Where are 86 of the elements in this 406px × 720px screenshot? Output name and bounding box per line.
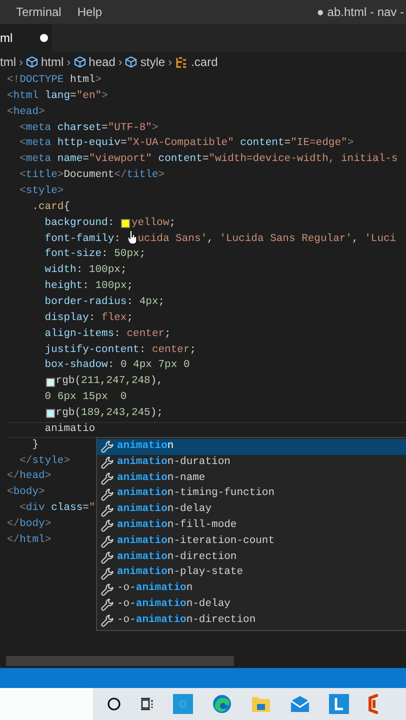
task-view-icon[interactable] [140,697,154,711]
code-text: <meta http-equiv="X-UA-Compatible" content="IE=edge"> [18,136,354,152]
menu-item[interactable]: Terminal [16,3,62,21]
chevron-icon: › [19,53,23,71]
code-text: </body> [7,517,52,532]
suggestion-item[interactable]: animation-iteration-count [97,534,406,550]
code-text: </html> [7,532,52,548]
chevron-icon: › [118,53,122,71]
code-text: <meta charset="UTF-8"> [18,120,158,136]
code-text: <!DOCTYPE html> [7,73,102,88]
code-text: } [31,438,39,453]
menu-item[interactable]: Help [77,3,102,21]
code-text: <head> [7,104,45,120]
selector-icon [175,56,188,68]
code-text: </head> [7,469,52,484]
code-text: font-family: [44,232,122,247]
breadcrumb-item[interactable]: tml [0,53,16,71]
code-text: box-shadow: 0 4px 7px 0 [44,358,190,374]
suggestion-item[interactable]: animation-delay [97,502,406,518]
code-text: <html lang="en"> [7,88,108,104]
pointer-icon [126,230,138,246]
wrench-icon [101,519,114,532]
cube-icon [125,56,138,68]
wrench-icon [101,488,114,501]
suggestion-item[interactable]: -o-animation [97,581,406,597]
code-text: rgb(189,243,245); [56,406,163,422]
code-text: ucida Sans', 'Lucida Sans Regular', 'Luci [138,232,396,247]
wrench-icon [101,504,114,517]
window-title: ● ab.html - nav - [316,4,404,21]
suggestion-item[interactable]: animation-timing-function [97,486,406,502]
wrench-icon [101,614,114,628]
code-text: .card{ [31,200,70,215]
color-swatch[interactable] [46,378,55,387]
breadcrumb-item[interactable]: head [88,53,116,71]
code-text: <style> [18,184,64,200]
suggestion-item[interactable]: -o-animation-delay [97,596,406,613]
scrollbar-thumb[interactable] [6,656,234,666]
code-text: height: 100px; [44,279,134,294]
wrench-icon [101,440,114,454]
wrench-icon [101,566,114,580]
mail-icon[interactable] [290,695,310,713]
code-text: border-radius: 4px; [44,295,165,310]
code-text: display: flex; [44,310,134,326]
code-text: <title>Document</title> [18,168,165,184]
search-field[interactable] [0,688,93,720]
code-text: yellow; [131,216,176,231]
suggestion-item[interactable]: animation [97,439,406,455]
code-text: rgb(211,247,248), [56,374,163,390]
wrench-icon [101,535,114,548]
suggestion-item[interactable]: animation-fill-mode [97,518,406,534]
code-text: 0 6px 15px 0 [44,390,127,406]
suggestion-item[interactable]: animation-direction [97,550,406,566]
code-text: font-size: 50px; [44,247,146,262]
code-text: align-items: center; [44,326,171,342]
office-icon[interactable] [368,694,378,714]
breadcrumb-item[interactable]: html [41,53,64,71]
chevron-icon: › [66,53,71,71]
wrench-icon [101,582,114,596]
folder-icon[interactable] [251,695,271,713]
wrench-icon [101,472,114,485]
code-text: <div class=" [18,501,96,516]
code-text: width: 100px; [44,263,127,278]
breadcrumb-item[interactable]: .card [191,53,218,71]
breadcrumb-item[interactable]: style [140,53,166,71]
code-text: <body> [7,485,45,500]
code-text: <meta name="viewport" content="width=device-width, initial-s [18,152,398,168]
search-icon[interactable] [107,697,121,711]
code-text: background: [44,216,116,231]
browser-icon[interactable] [212,694,232,714]
color-swatch[interactable] [46,409,55,418]
cube-icon [74,56,86,68]
suggestion-item[interactable]: -o-animation-direction [97,612,406,629]
suggestion-item[interactable]: animation-duration [97,454,406,471]
code-text: </style> [18,454,70,469]
letter-app-icon[interactable] [329,694,349,714]
code-text: justify-content: center; [44,342,196,358]
suggestion-item[interactable]: animation-play-state [97,565,406,582]
cube-icon [26,56,38,68]
wrench-icon [101,598,114,612]
code-text: animatio [44,422,96,437]
color-swatch[interactable] [121,219,130,228]
editor-tab[interactable]: ml [0,24,52,52]
wrench-icon [101,550,114,564]
suggestion-item[interactable]: animation-name [97,470,406,486]
chevron-icon: › [168,53,172,71]
wrench-icon [101,456,114,470]
